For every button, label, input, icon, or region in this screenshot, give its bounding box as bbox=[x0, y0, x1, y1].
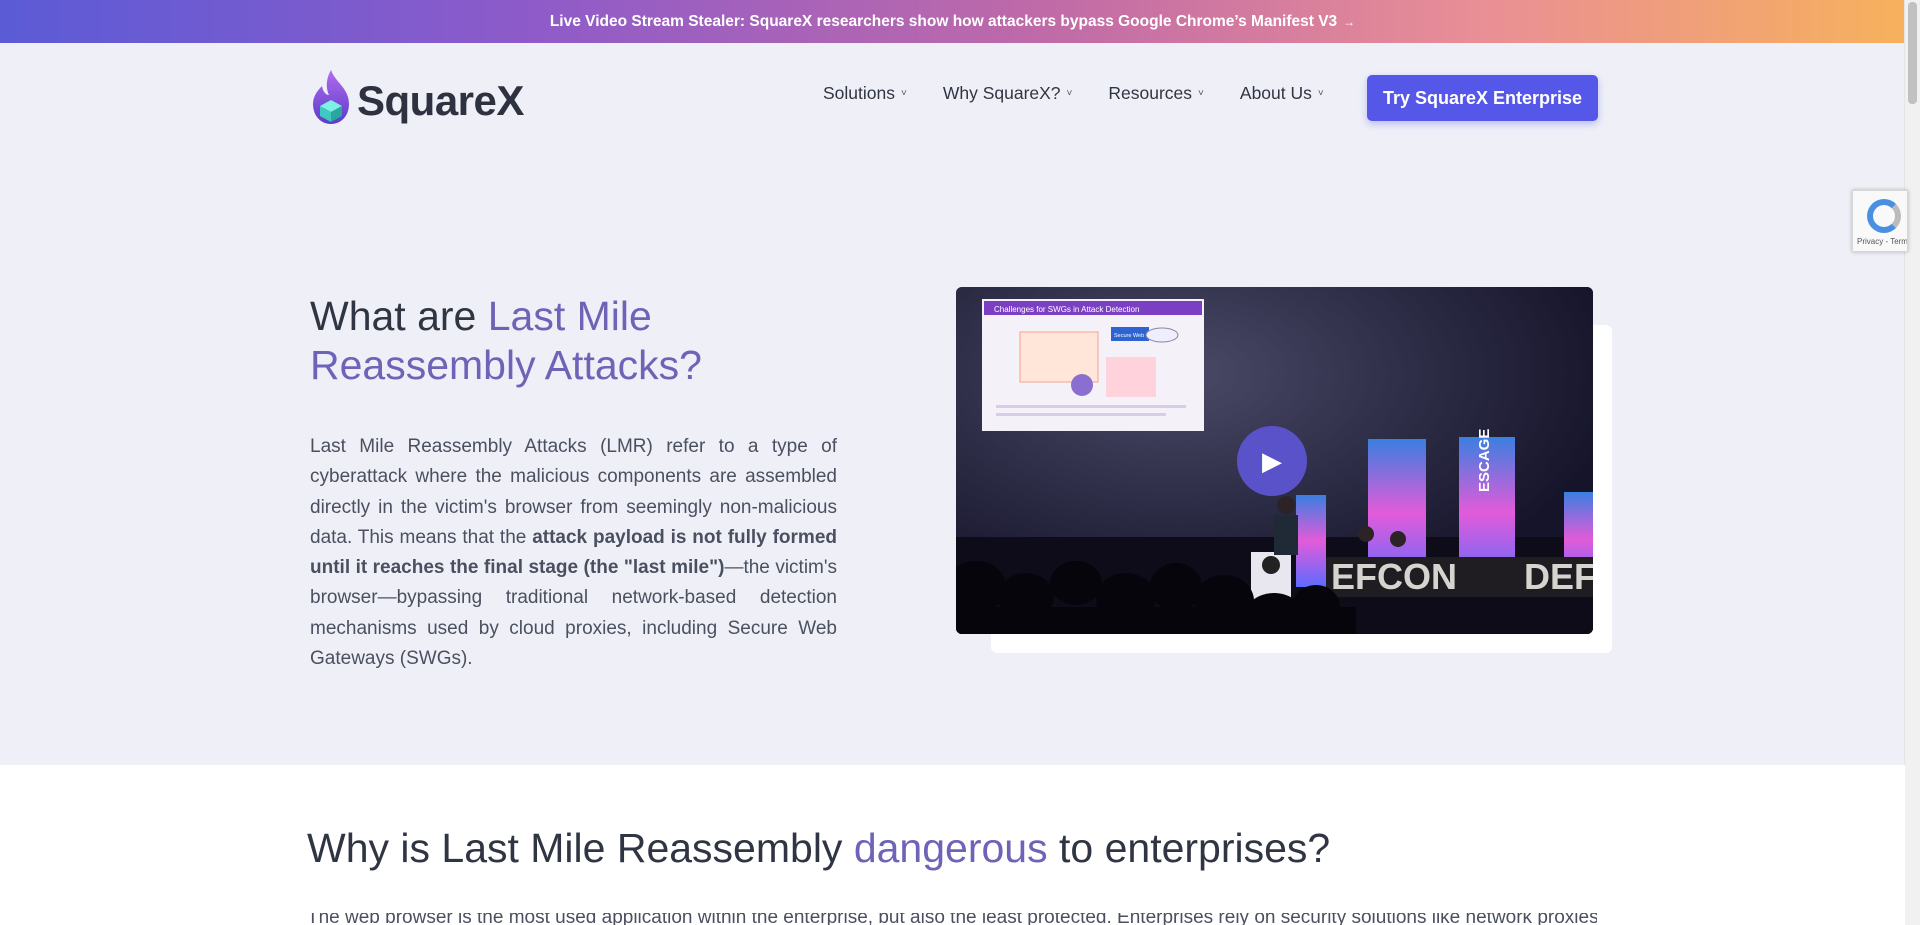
hero-description: Last Mile Reassembly Attacks (LMR) refer… bbox=[310, 432, 837, 674]
arrow-right-icon: → bbox=[1343, 14, 1356, 29]
nav-solutions[interactable]: Solutions ˅ bbox=[823, 83, 907, 104]
scrollbar-thumb[interactable] bbox=[1908, 2, 1917, 104]
squarex-logo[interactable]: SquareX bbox=[309, 68, 524, 126]
nav-label: Solutions bbox=[823, 82, 895, 103]
intro-text: The web browser is the most used applica… bbox=[307, 913, 1597, 925]
logo-text: SquareX bbox=[357, 77, 524, 124]
stage-banner-text: ESCAGE bbox=[1476, 429, 1493, 492]
dangers-section: Why is Last Mile Reassembly dangerous to… bbox=[0, 765, 1905, 925]
recaptcha-terms[interactable]: Privacy - Terms bbox=[1857, 237, 1907, 246]
flame-cube-icon bbox=[313, 70, 349, 124]
heading-part1: Why is Last Mile Reassembly bbox=[307, 825, 854, 871]
nav-resources[interactable]: Resources ˅ bbox=[1108, 83, 1204, 104]
slide-title: Challenges for SWGs in Attack Detection bbox=[994, 305, 1139, 314]
section-intro-text: The web browser is the most used applica… bbox=[307, 913, 1597, 925]
announcement-banner[interactable]: Live Video Stream Stealer: SquareX resea… bbox=[0, 0, 1905, 43]
stage-sign-left: EFCON bbox=[1331, 556, 1457, 597]
page-scrollbar[interactable] bbox=[1904, 0, 1920, 925]
chevron-down-icon: ˅ bbox=[901, 87, 907, 99]
stage-sign-right: DEF bbox=[1524, 556, 1593, 597]
nav-label: About Us bbox=[1239, 82, 1312, 103]
nav-about-us[interactable]: About Us ˅ bbox=[1240, 83, 1324, 104]
play-button[interactable]: ▶ bbox=[1237, 426, 1307, 496]
section-heading: Why is Last Mile Reassembly dangerous to… bbox=[307, 825, 1330, 872]
chevron-down-icon: ˅ bbox=[1317, 87, 1324, 99]
banner-text[interactable]: Live Video Stream Stealer: SquareX resea… bbox=[550, 13, 1337, 31]
nav-why-squarex[interactable]: Why SquareX? ˅ bbox=[943, 83, 1073, 104]
recaptcha-badge[interactable]: Privacy - Terms bbox=[1852, 190, 1908, 252]
main-nav: Solutions ˅ Why SquareX? ˅ Resources ˅ A… bbox=[823, 82, 1360, 104]
nav-label: Why SquareX? bbox=[942, 82, 1061, 103]
nav-label: Resources bbox=[1108, 82, 1193, 103]
chevron-down-icon: ˅ bbox=[1066, 87, 1073, 99]
video-player[interactable]: Challenges for SWGs in Attack Detection … bbox=[956, 287, 1593, 634]
play-icon: ▶ bbox=[1262, 445, 1282, 476]
hero-title: What are Last Mile Reassembly Attacks? bbox=[310, 292, 830, 390]
hero-title-plain: What are bbox=[310, 293, 488, 339]
chevron-down-icon: ˅ bbox=[1198, 87, 1204, 99]
recaptcha-icon bbox=[1867, 199, 1901, 233]
try-enterprise-button[interactable]: Try SquareX Enterprise bbox=[1367, 75, 1598, 121]
heading-part2: to enterprises? bbox=[1047, 825, 1331, 871]
site-header: SquareX Solutions ˅ Why SquareX? ˅ Resou… bbox=[0, 43, 1905, 153]
heading-accent: dangerous bbox=[853, 825, 1048, 871]
